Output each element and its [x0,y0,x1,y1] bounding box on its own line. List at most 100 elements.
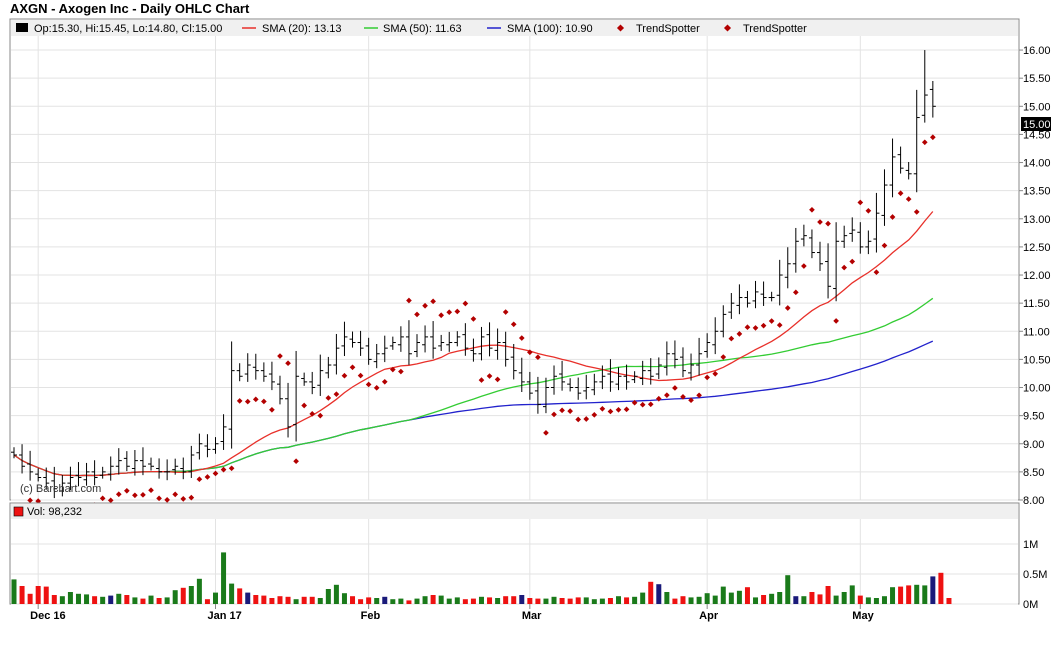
trend1-legend: TrendSpotter [636,23,700,35]
volume-bar [470,598,476,604]
volume-bar [285,596,291,604]
volume-bar [873,598,879,604]
volume-bar [478,596,484,604]
volume-bar [914,584,920,604]
volume-bar [680,596,686,604]
price-tick-label: 12.50 [1023,242,1051,254]
x-tick-label: Mar [522,610,542,622]
volume-bar [511,596,517,604]
volume-bar [865,597,871,604]
volume-bar [156,598,162,604]
price-tick-label: 15.50 [1023,73,1051,85]
price-tick-label: 9.50 [1023,411,1044,423]
volume-bar [801,596,807,604]
volume-bar [446,598,452,604]
volume-bar [51,595,57,604]
volume-tick-label: 0.5M [1023,569,1047,581]
volume-bar [269,598,275,604]
price-tick-label: 8.50 [1023,467,1044,479]
volume-bar [317,598,323,604]
volume-bar [140,598,146,604]
volume-bar [712,595,718,604]
volume-bar [906,585,912,604]
volume-bar [930,576,936,604]
volume-bar [382,596,388,604]
volume-bar [277,596,283,604]
volume-bar [196,578,202,604]
volume-bar [688,597,694,604]
volume-bar [841,592,847,604]
sma100-legend: SMA (100): 10.90 [507,23,593,35]
volume-bar [92,596,98,604]
volume-bar [527,598,533,604]
volume-bar [35,586,41,604]
volume-bar [358,599,364,604]
price-tick-label: 13.00 [1023,214,1051,226]
volume-bar [777,592,783,604]
volume-bar [229,583,235,604]
volume-bar [164,597,170,604]
volume-bar [736,590,742,604]
volume-bar [204,599,210,604]
volume-bar [696,596,702,604]
volume-bar [817,594,823,604]
volume-bar [100,596,106,604]
volume-bar [728,592,734,604]
volume-bar [833,595,839,604]
volume-bar [487,597,493,604]
volume-bar [309,596,315,604]
last-price-label: 15.00 [1023,119,1051,131]
volume-bar [75,593,81,604]
volume-bar [19,586,25,604]
volume-bar [640,592,646,604]
volume-bar [454,597,460,604]
volume-tick-label: 1M [1023,539,1038,551]
volume-bar [591,599,597,604]
volume-bar [438,595,444,604]
x-tick-label: Feb [361,610,381,622]
volume-y-axis: 0M 0.5M 1M [1023,539,1047,611]
volume-bar [664,592,670,604]
volume-legend-swatch [13,506,24,517]
price-tick-label: 15.00 [1023,101,1051,113]
volume-bar [59,596,65,604]
volume-bar [825,586,831,604]
volume-bar [503,596,509,604]
volume-bar [325,589,331,604]
volume-bar [406,600,412,604]
price-tick-label: 16.00 [1023,45,1051,57]
volume-legend-strip [11,504,1018,519]
price-tick-label: 14.50 [1023,129,1051,141]
volume-bar [607,598,613,604]
volume-bar [849,585,855,604]
volume-bar [390,599,396,604]
sma20-legend: SMA (20): 13.13 [262,23,342,35]
volume-bar [922,585,928,604]
volume-bar [341,593,347,604]
volume-bar [632,596,638,604]
volume-bar [245,592,251,604]
volume-bar [769,593,775,604]
price-tick-label: 11.00 [1023,326,1050,338]
volume-bar [333,584,339,604]
volume-bar [108,595,114,604]
volume-bar [857,595,863,604]
price-tick-label: 14.00 [1023,158,1051,170]
volume-bar [221,552,227,604]
volume-bar [430,595,436,604]
volume-bar [898,586,904,604]
volume-bar [462,599,468,604]
volume-bar [583,597,589,604]
volume-bar [535,598,541,604]
volume-bar [519,595,525,604]
volume-bar [946,598,952,604]
price-tick-label: 13.50 [1023,186,1051,198]
volume-bar [543,598,549,604]
volume-bar [301,596,307,604]
volume-bar [422,596,428,604]
volume-bar [350,596,356,604]
volume-bar [704,593,710,604]
ohlc-legend: Op:15.30, Hi:15.45, Lo:14.80, Cl:15.00 [34,23,222,35]
volume-bar [188,586,194,604]
price-tick-label: 10.00 [1023,383,1051,395]
